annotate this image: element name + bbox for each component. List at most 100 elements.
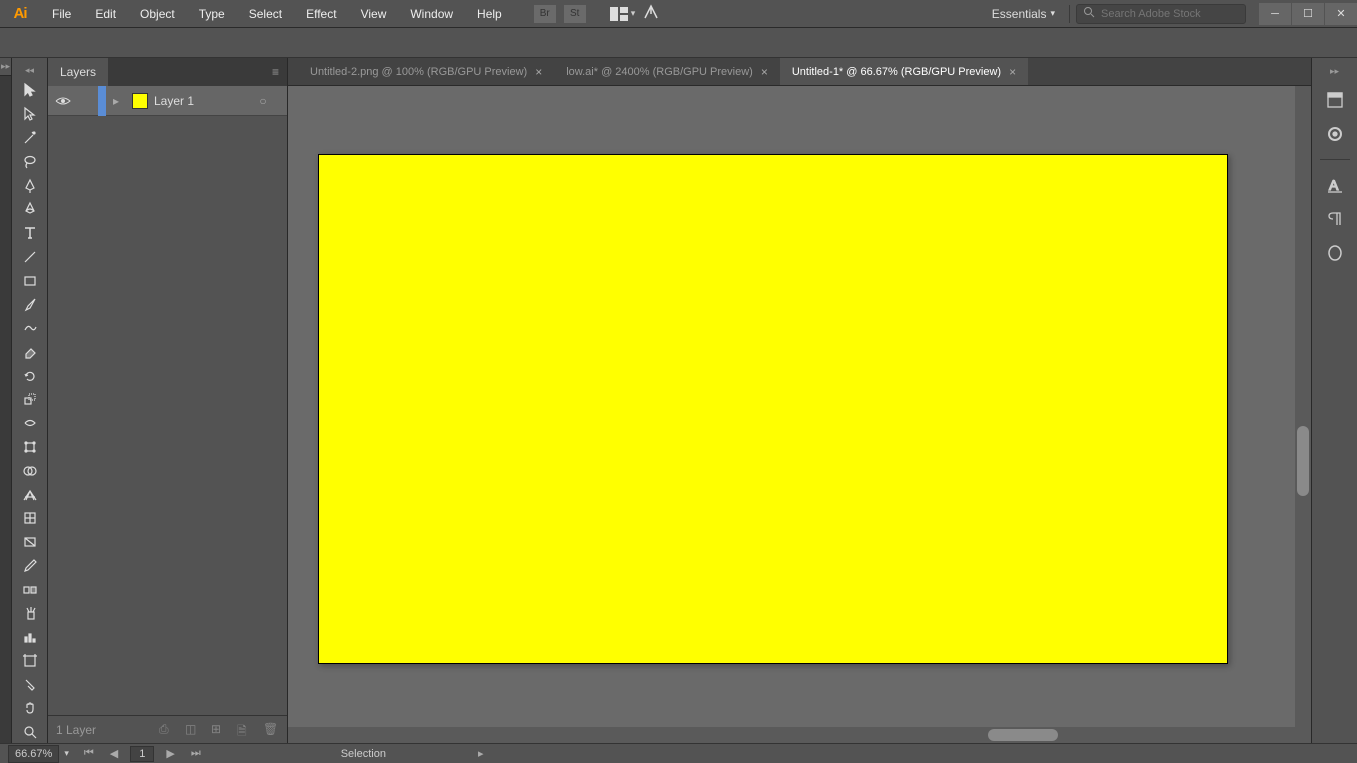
curvature-tool[interactable] xyxy=(16,198,44,220)
artboard-tool[interactable] xyxy=(16,650,44,672)
paragraph-panel-icon[interactable] xyxy=(1320,206,1350,232)
artboard-number[interactable]: 1 xyxy=(130,746,154,762)
menu-object[interactable]: Object xyxy=(128,1,187,27)
bridge-icon[interactable]: Br xyxy=(534,5,556,23)
symbol-sprayer-tool[interactable] xyxy=(16,602,44,624)
doc-tab-0[interactable]: Untitled-2.png @ 100% (RGB/GPU Preview) … xyxy=(298,58,554,85)
eraser-tool[interactable] xyxy=(16,341,44,363)
zoom-value[interactable]: 66.67% xyxy=(8,745,59,763)
menu-edit[interactable]: Edit xyxy=(83,1,128,27)
close-button[interactable]: ✕ xyxy=(1325,3,1357,25)
menu-app-icons: Br St ▾ xyxy=(534,4,672,23)
next-artboard-icon[interactable]: ▶ xyxy=(162,747,178,760)
line-tool[interactable] xyxy=(16,246,44,268)
close-icon[interactable]: × xyxy=(761,65,768,79)
artboard[interactable] xyxy=(318,154,1228,664)
gpu-icon[interactable] xyxy=(643,4,659,23)
close-icon[interactable]: × xyxy=(535,65,542,79)
arrange-documents-icon[interactable]: ▾ xyxy=(610,7,636,21)
selection-tool[interactable] xyxy=(16,80,44,102)
blend-tool[interactable] xyxy=(16,579,44,601)
status-menu-icon[interactable]: ▸ xyxy=(474,747,488,760)
panel-menu-icon[interactable]: ≡ xyxy=(264,65,287,79)
pen-tool[interactable] xyxy=(16,175,44,197)
layers-tab[interactable]: Layers xyxy=(48,58,108,86)
doc-tab-label: Untitled-1* @ 66.67% (RGB/GPU Preview) xyxy=(792,66,1001,78)
doc-tab-1[interactable]: low.ai* @ 2400% (RGB/GPU Preview) × xyxy=(554,58,780,85)
layers-footer: 1 Layer ⎙ ◫ ⊞ 🗎 🗑 xyxy=(48,715,287,743)
layer-row[interactable]: ▸ Layer 1 ○ xyxy=(48,86,287,116)
menu-select[interactable]: Select xyxy=(237,1,294,27)
column-graph-tool[interactable] xyxy=(16,626,44,648)
make-clipping-mask-icon[interactable]: ◫ xyxy=(185,722,201,738)
menu-file[interactable]: File xyxy=(40,1,83,27)
main-area: ▸▸ ◂◂ Layers ≡ xyxy=(0,58,1357,743)
control-bar xyxy=(0,28,1357,58)
eyedropper-tool[interactable] xyxy=(16,555,44,577)
new-layer-icon[interactable]: 🗎 xyxy=(237,722,253,738)
menu-items: File Edit Object Type Select Effect View… xyxy=(40,1,514,27)
layer-expand-icon[interactable]: ▸ xyxy=(106,94,126,108)
lasso-tool[interactable] xyxy=(16,151,44,173)
shape-builder-tool[interactable] xyxy=(16,460,44,482)
doc-tab-label: Untitled-2.png @ 100% (RGB/GPU Preview) xyxy=(310,66,527,78)
search-input[interactable] xyxy=(1101,8,1239,20)
menu-help[interactable]: Help xyxy=(465,1,514,27)
hand-tool[interactable] xyxy=(16,698,44,720)
dock-collapse-icon[interactable]: ▸▸ xyxy=(1312,64,1357,79)
menu-type[interactable]: Type xyxy=(187,1,237,27)
workspace-switcher[interactable]: Essentials ▾ xyxy=(984,3,1063,25)
character-panel-icon[interactable]: A xyxy=(1320,172,1350,198)
perspective-grid-tool[interactable] xyxy=(16,484,44,506)
slice-tool[interactable] xyxy=(16,674,44,696)
scroll-thumb[interactable] xyxy=(988,729,1058,741)
layer-name[interactable]: Layer 1 xyxy=(154,94,251,108)
scroll-thumb[interactable] xyxy=(1297,426,1309,496)
prev-artboard-icon[interactable]: ◀ xyxy=(106,747,122,760)
width-tool[interactable] xyxy=(16,412,44,434)
create-sublayer-icon[interactable]: ⊞ xyxy=(211,722,227,738)
scale-tool[interactable] xyxy=(16,389,44,411)
layer-target-icon[interactable]: ○ xyxy=(251,94,275,108)
app-logo: Ai xyxy=(0,0,40,28)
vertical-scrollbar[interactable] xyxy=(1295,86,1311,743)
visibility-toggle[interactable] xyxy=(48,95,78,107)
dock-expand-icon[interactable]: ▸▸ xyxy=(0,58,11,76)
opentype-panel-icon[interactable] xyxy=(1320,240,1350,266)
doc-tab-2[interactable]: Untitled-1* @ 66.67% (RGB/GPU Preview) × xyxy=(780,58,1028,85)
menu-effect[interactable]: Effect xyxy=(294,1,348,27)
zoom-control[interactable]: 66.67% ▾ xyxy=(8,745,72,763)
pencil-tool[interactable] xyxy=(16,317,44,339)
free-transform-tool[interactable] xyxy=(16,436,44,458)
stock-icon[interactable]: St xyxy=(564,5,586,23)
search-stock[interactable] xyxy=(1076,4,1246,24)
menu-window[interactable]: Window xyxy=(398,1,465,27)
chevron-down-icon[interactable]: ▾ xyxy=(61,748,72,759)
horizontal-scrollbar[interactable] xyxy=(288,727,1295,743)
type-tool[interactable] xyxy=(16,222,44,244)
magic-wand-tool[interactable] xyxy=(16,127,44,149)
layers-panel: Layers ≡ ▸ Layer 1 ○ 1 Layer ⎙ ◫ ⊞ 🗎 🗑 xyxy=(48,58,288,743)
libraries-panel-icon[interactable] xyxy=(1320,121,1350,147)
close-icon[interactable]: × xyxy=(1009,65,1016,79)
locate-object-icon[interactable]: ⎙ xyxy=(159,722,175,738)
paintbrush-tool[interactable] xyxy=(16,294,44,316)
maximize-button[interactable]: ☐ xyxy=(1292,3,1324,25)
first-artboard-icon[interactable]: ⏮ xyxy=(80,747,98,760)
workspace-label: Essentials xyxy=(992,7,1047,21)
rectangle-tool[interactable] xyxy=(16,270,44,292)
minimize-button[interactable]: ─ xyxy=(1259,3,1291,25)
mesh-tool[interactable] xyxy=(16,507,44,529)
menu-view[interactable]: View xyxy=(349,1,399,27)
rotate-tool[interactable] xyxy=(16,365,44,387)
last-artboard-icon[interactable]: ⏭ xyxy=(187,747,205,760)
zoom-tool[interactable] xyxy=(16,721,44,743)
properties-panel-icon[interactable] xyxy=(1320,87,1350,113)
toolbox-collapse-icon[interactable]: ◂◂ xyxy=(12,64,47,78)
direct-selection-tool[interactable] xyxy=(16,103,44,125)
left-dock-strip: ▸▸ xyxy=(0,58,12,743)
gradient-tool[interactable] xyxy=(16,531,44,553)
delete-layer-icon[interactable]: 🗑 xyxy=(263,722,279,738)
canvas-viewport[interactable] xyxy=(288,86,1311,743)
right-dock: ▸▸ A xyxy=(1311,58,1357,743)
